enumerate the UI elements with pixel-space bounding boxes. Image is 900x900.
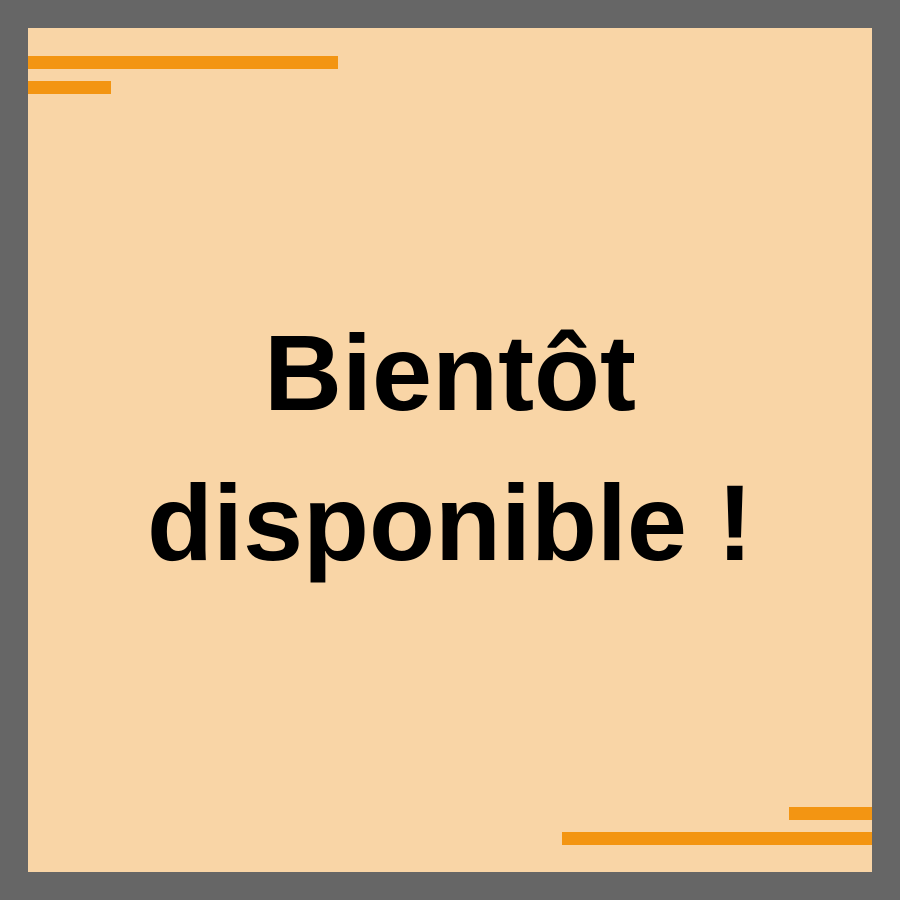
message-line-2: disponible ! bbox=[147, 462, 753, 583]
coming-soon-card: Bientôt disponible ! bbox=[0, 0, 900, 900]
coming-soon-message: Bientôt disponible ! bbox=[28, 298, 872, 598]
accent-bar-top-long bbox=[28, 56, 338, 69]
accent-bar-bottom-long bbox=[562, 832, 872, 845]
message-line-1: Bientôt bbox=[264, 312, 636, 433]
accent-bar-bottom-short bbox=[789, 807, 872, 820]
accent-bar-top-short bbox=[28, 81, 111, 94]
